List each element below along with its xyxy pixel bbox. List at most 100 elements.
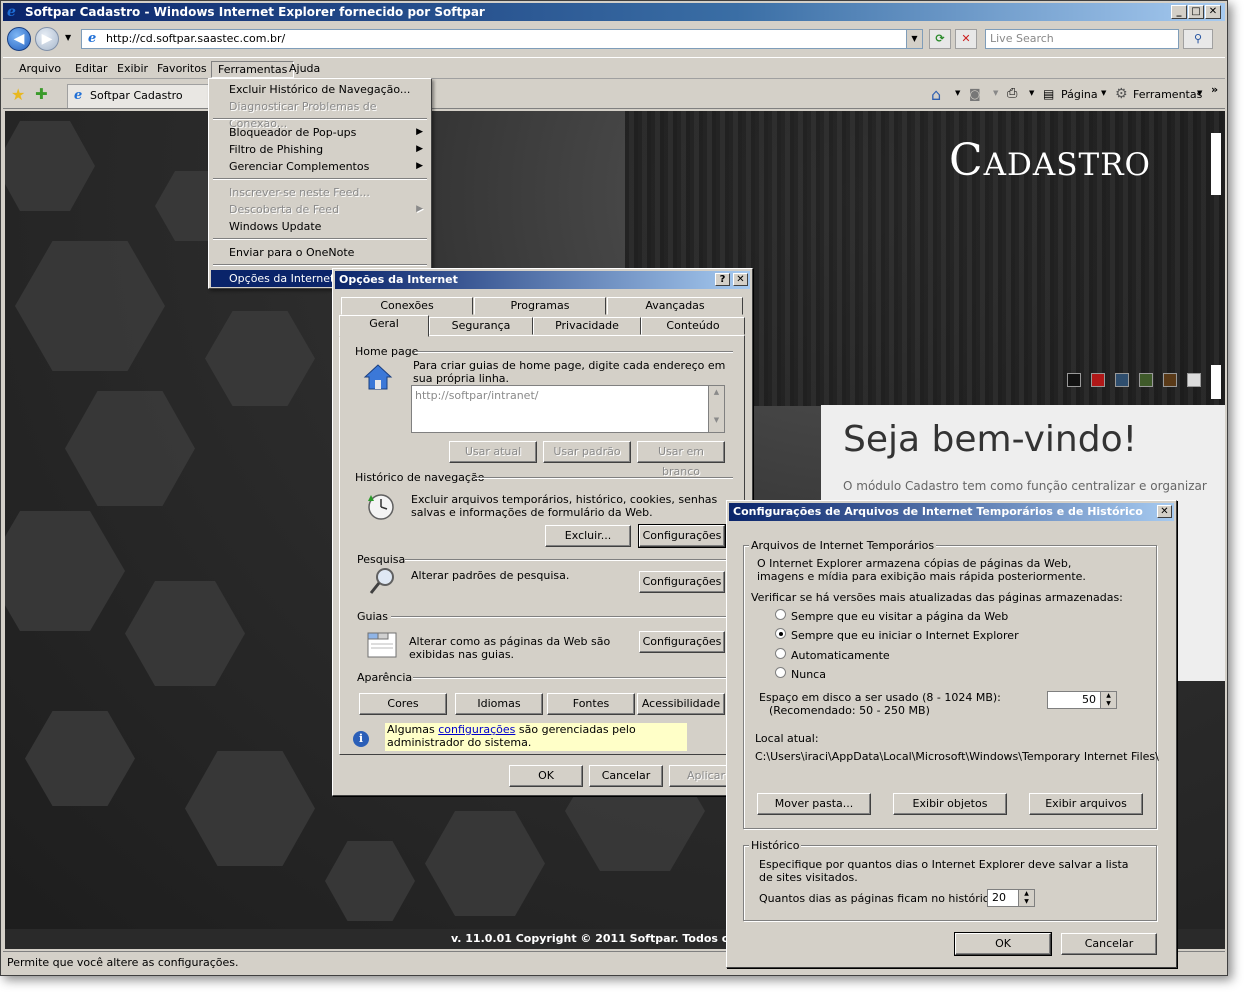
address-field[interactable]: e http://cd.softpar.saastec.com.br/ ▼ (81, 29, 923, 49)
move-folder-button[interactable]: Mover pasta... (757, 793, 871, 815)
stop-button[interactable]: ✕ (955, 29, 977, 49)
temp-files-cancel-button[interactable]: Cancelar (1061, 933, 1157, 955)
menu-arquivo[interactable]: Arquivo (13, 61, 67, 78)
radio-every-visit[interactable] (775, 609, 786, 620)
menu-separator (213, 118, 427, 120)
view-files-button[interactable]: Exibir arquivos (1029, 793, 1143, 815)
acessibilidade-button[interactable]: Acessibilidade (637, 693, 725, 715)
search-button[interactable]: ⚲ (1183, 29, 1213, 49)
tab-geral[interactable]: Geral (339, 315, 429, 337)
temp-files-titlebar[interactable]: Configurações de Arquivos de Internet Te… (729, 503, 1174, 521)
theme-swatch-white[interactable] (1187, 373, 1201, 387)
radio-every-start-label[interactable]: Sempre que eu iniciar o Internet Explore… (791, 629, 1019, 642)
admin-settings-link[interactable]: configurações (438, 723, 515, 736)
tools-menu-button[interactable]: Ferramentas (1133, 88, 1202, 101)
tab-seguranca[interactable]: Segurança (429, 317, 533, 335)
cancel-button[interactable]: Cancelar (589, 765, 663, 787)
recent-pages-chevron-icon[interactable]: ▼ (65, 33, 71, 42)
add-favorite-icon[interactable]: ✚ (35, 85, 48, 103)
history-days-stepper[interactable]: 20 ▲ ▼ (987, 889, 1035, 907)
close-window-button[interactable]: ✕ (1205, 5, 1221, 19)
refresh-button[interactable]: ⟳ (929, 29, 951, 49)
radio-never[interactable] (775, 667, 786, 678)
excluir-button[interactable]: Excluir... (545, 525, 631, 547)
tab-privacidade[interactable]: Privacidade (533, 317, 641, 335)
idiomas-button[interactable]: Idiomas (455, 693, 543, 715)
menu-item-descoberta-feed: Descoberta de Feed ▶ (229, 203, 423, 216)
theme-swatch-green[interactable] (1139, 373, 1153, 387)
minimize-button[interactable]: _ (1171, 5, 1187, 19)
radio-every-start[interactable] (775, 628, 786, 639)
browser-tab[interactable]: e Softpar Cadastro (67, 84, 217, 108)
history-days-spin-buttons[interactable]: ▲ ▼ (1018, 890, 1034, 906)
check-versions-label: Verificar se há versões mais atualizadas… (751, 591, 1123, 604)
menu-exibir[interactable]: Exibir (111, 61, 154, 78)
ok-button[interactable]: OK (509, 765, 583, 787)
disk-space-spin-buttons[interactable]: ▲ ▼ (1100, 692, 1116, 708)
forward-button[interactable]: ▶ (35, 27, 59, 51)
fontes-button[interactable]: Fontes (547, 693, 635, 715)
admin-note-text: Algumas (387, 723, 439, 736)
tab-avancadas[interactable]: Avançadas (607, 297, 743, 315)
decorative-hexagon (425, 811, 545, 916)
theme-swatch-blue[interactable] (1115, 373, 1129, 387)
theme-swatch-brown[interactable] (1163, 373, 1177, 387)
menu-item-filtro-phishing[interactable]: Filtro de Phishing ▶ (211, 141, 429, 158)
search-input[interactable]: Live Search (985, 29, 1179, 49)
view-objects-button[interactable]: Exibir objetos (893, 793, 1007, 815)
feeds-icon[interactable]: ◙ (969, 87, 981, 101)
menu-favoritos[interactable]: Favoritos (151, 61, 213, 78)
usar-atual-button[interactable]: Usar atual (449, 441, 537, 463)
help-button[interactable]: ? (715, 273, 730, 286)
disk-space-stepper[interactable]: 50 ▲ ▼ (1047, 691, 1117, 709)
print-icon[interactable]: ⎙ (1007, 86, 1017, 101)
tab-conteudo[interactable]: Conteúdo (641, 317, 745, 335)
tab-programas[interactable]: Programas (474, 297, 606, 315)
maximize-button[interactable]: □ (1188, 5, 1204, 19)
temp-files-close-button[interactable]: ✕ (1157, 505, 1172, 518)
internet-options-titlebar[interactable]: Opções da Internet ? ✕ (335, 271, 750, 289)
tools-dropdown-icon[interactable]: ▼ (1197, 89, 1202, 97)
temp-files-ok-button[interactable]: OK (954, 932, 1052, 956)
menu-ferramentas[interactable]: Ferramentas (211, 61, 295, 78)
window-titlebar[interactable]: e Softpar Cadastro - Windows Internet Ex… (3, 3, 1225, 21)
cores-button[interactable]: Cores (359, 693, 447, 715)
address-dropdown-icon[interactable]: ▼ (906, 30, 922, 48)
search-settings-button[interactable]: Configurações (639, 571, 725, 593)
internet-options-close-button[interactable]: ✕ (733, 273, 748, 286)
menu-item-bloqueador-popups[interactable]: Bloqueador de Pop-ups ▶ (211, 124, 429, 141)
radio-automatic-label[interactable]: Automaticamente (791, 649, 890, 662)
menu-item-gerenciar-complementos[interactable]: Gerenciar Complementos ▶ (211, 158, 429, 175)
favorites-star-icon[interactable]: ★ (11, 85, 25, 104)
back-button[interactable]: ◀ (7, 27, 31, 51)
textarea-scrollbar[interactable]: ▲ ▼ (708, 386, 724, 432)
submenu-arrow-icon: ▶ (416, 144, 423, 154)
tab-conexoes[interactable]: Conexões (341, 297, 473, 315)
radio-every-visit-label[interactable]: Sempre que eu visitar a página da Web (791, 610, 1008, 623)
radio-never-label[interactable]: Nunca (791, 668, 826, 681)
usar-padrao-button[interactable]: Usar padrão (543, 441, 631, 463)
print-dropdown-icon[interactable]: ▼ (1029, 89, 1034, 97)
home-icon[interactable]: ⌂ (931, 85, 941, 104)
menu-item-excluir-historico[interactable]: Excluir Histórico de Navegação... (211, 81, 429, 98)
status-text: Permite que você altere as configurações… (7, 956, 239, 969)
menu-ajuda[interactable]: Ajuda (283, 61, 326, 78)
current-location-label: Local atual: (755, 732, 819, 745)
menu-separator (213, 264, 427, 266)
toolbar-overflow-icon[interactable]: » (1211, 83, 1218, 96)
history-settings-button[interactable]: Configurações (638, 524, 726, 548)
home-page-textarea[interactable]: http://softpar/intranet/ ▲ ▼ (411, 385, 725, 433)
page-menu-button[interactable]: Página (1061, 88, 1098, 101)
theme-swatch-black[interactable] (1067, 373, 1081, 387)
menu-item-windows-update[interactable]: Windows Update (211, 218, 429, 235)
welcome-text: O módulo Cadastro tem como função centra… (843, 479, 1207, 493)
menu-item-enviar-onenote[interactable]: Enviar para o OneNote (211, 244, 429, 261)
feeds-dropdown-icon[interactable]: ▼ (993, 89, 998, 97)
home-dropdown-icon[interactable]: ▼ (955, 89, 960, 97)
menu-editar[interactable]: Editar (69, 61, 114, 78)
tabs-settings-button[interactable]: Configurações (639, 631, 725, 653)
theme-swatch-red[interactable] (1091, 373, 1105, 387)
usar-em-branco-button[interactable]: Usar em branco (637, 441, 725, 478)
radio-automatic[interactable] (775, 648, 786, 659)
page-dropdown-icon[interactable]: ▼ (1101, 89, 1106, 97)
